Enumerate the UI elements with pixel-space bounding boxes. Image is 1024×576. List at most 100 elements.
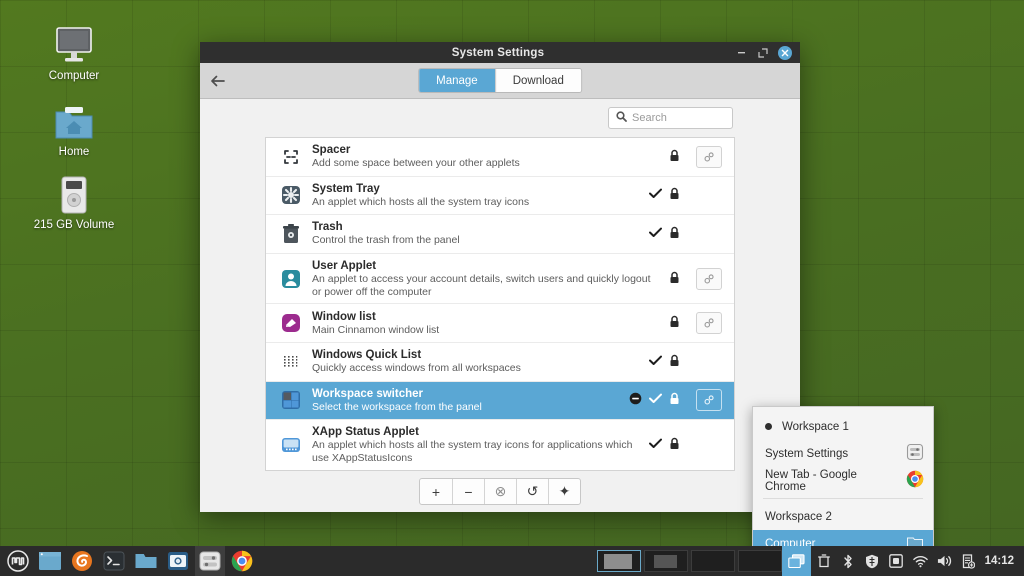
applet-name: Window list [312,310,659,324]
applet-name: Spacer [312,143,659,157]
xapp-status-icon [280,434,302,456]
settings-window-icon [906,443,924,464]
remove-icon[interactable] [629,392,642,408]
trash-icon [280,223,302,245]
menu-item-label: Workspace 2 [765,511,924,523]
applet-status [649,226,680,242]
firefox-launcher[interactable] [67,546,97,576]
search-input[interactable]: Search [608,107,733,129]
menu-button[interactable] [3,546,33,576]
table-row[interactable]: System Tray An applet which hosts all th… [266,177,734,216]
desktop-icon-volume[interactable]: 215 GB Volume [28,163,120,232]
menu-item-workspace-1[interactable]: Workspace 1 [753,413,933,440]
minimize-button[interactable] [730,42,752,63]
show-desktop-button[interactable] [35,546,65,576]
search-placeholder: Search [632,112,667,124]
check-icon [649,227,662,241]
applet-description: Add some space between your other applet… [312,157,659,170]
applet-settings-button[interactable] [696,268,722,290]
lock-icon [669,354,680,370]
back-button[interactable] [200,63,234,99]
home-folder-icon [28,90,120,142]
clock[interactable]: 14:12 [985,555,1024,567]
system-settings-launcher[interactable] [195,546,225,576]
desktop-icon-computer[interactable]: Computer [28,14,120,83]
workspace-switcher[interactable] [597,550,782,572]
table-row[interactable]: Window list Main Cinnamon window list [266,304,734,343]
menu-separator [763,498,923,499]
check-icon [649,393,662,407]
panel-launchers [0,546,257,576]
workspace-switcher-tray-icon[interactable] [782,546,811,576]
screenshot-launcher[interactable] [163,546,193,576]
workspace-thumb-4[interactable] [738,550,782,572]
terminal-launcher[interactable] [99,546,129,576]
maximize-button[interactable] [752,42,774,63]
search-row: Search [200,99,800,137]
applet-list[interactable]: Spacer Add some space between your other… [265,137,735,471]
volume-tray-icon[interactable] [937,553,952,569]
applet-description: Control the trash from the panel [312,234,639,247]
check-icon [649,355,662,369]
add-applet-button[interactable]: + [420,479,452,504]
workspace-quick-list-menu[interactable]: Workspace 1 System Settings New Tab - Go… [752,406,934,558]
window-titlebar[interactable]: System Settings [200,42,800,63]
removable-media-tray-icon[interactable] [889,553,904,569]
update-manager-tray-icon[interactable] [961,553,976,569]
applet-status [669,271,680,287]
spacer-icon [280,146,302,168]
tab-bar: Manage Download [418,68,582,93]
restore-defaults-button[interactable]: ↺ [516,479,548,504]
workspace-window-thumb [654,555,677,568]
desktop-icon-label: Computer [28,70,120,83]
workspace-thumb-1[interactable] [597,550,641,572]
applet-name: XApp Status Applet [312,425,639,439]
chrome-icon [906,470,924,491]
desktop-icon-home[interactable]: Home [28,90,120,159]
bluetooth-tray-icon[interactable] [841,553,856,569]
lock-icon [669,271,680,287]
check-icon [649,188,662,202]
table-row[interactable]: Windows Quick List Quickly access window… [266,343,734,382]
close-button[interactable] [774,42,796,63]
table-row[interactable]: User Applet An applet to access your acc… [266,254,734,305]
highlight-applet-button[interactable]: ✦ [548,479,580,504]
drive-icon [28,163,120,215]
chrome-launcher[interactable] [227,546,257,576]
applet-settings-button[interactable] [696,312,722,334]
workspace-thumb-2[interactable] [644,550,688,572]
network-tray-icon[interactable] [913,553,928,569]
applet-status [649,354,680,370]
files-launcher[interactable] [131,546,161,576]
menu-item-workspace-2[interactable]: Workspace 2 [753,503,933,530]
tab-download[interactable]: Download [495,69,581,92]
table-row[interactable]: Trash Control the trash from the panel [266,215,734,254]
taskbar-panel[interactable]: 14:12 [0,546,1024,576]
table-row[interactable]: XApp Status Applet An applet which hosts… [266,420,734,470]
applet-settings-button[interactable] [696,389,722,411]
remove-applet-button[interactable]: − [452,479,484,504]
applet-status [649,437,680,453]
clear-applet-button[interactable]: ⊗ [484,479,516,504]
close-icon [778,46,792,60]
menu-item-chrome[interactable]: New Tab - Google Chrome [753,467,933,494]
trash-tray-icon[interactable] [817,553,832,569]
table-row[interactable]: Spacer Add some space between your other… [266,138,734,177]
check-icon [649,438,662,452]
applet-description: Main Cinnamon window list [312,324,659,337]
applet-status [629,392,680,408]
table-row-selected[interactable]: Workspace switcher Select the workspace … [266,382,734,421]
applet-settings-button[interactable] [696,146,722,168]
menu-item-system-settings[interactable]: System Settings [753,440,933,467]
system-settings-window[interactable]: System Settings Manage Dow [200,42,800,512]
firewall-tray-icon[interactable] [865,553,880,569]
workspace-thumb-3[interactable] [691,550,735,572]
tab-manage[interactable]: Manage [419,69,495,92]
windows-quick-list-icon [280,351,302,373]
applet-status [669,149,680,165]
applet-description: Select the workspace from the panel [312,401,619,414]
lock-icon [669,187,680,203]
window-toolbar: Manage Download [200,63,800,99]
lock-icon [669,226,680,242]
menu-item-label: System Settings [765,448,898,460]
